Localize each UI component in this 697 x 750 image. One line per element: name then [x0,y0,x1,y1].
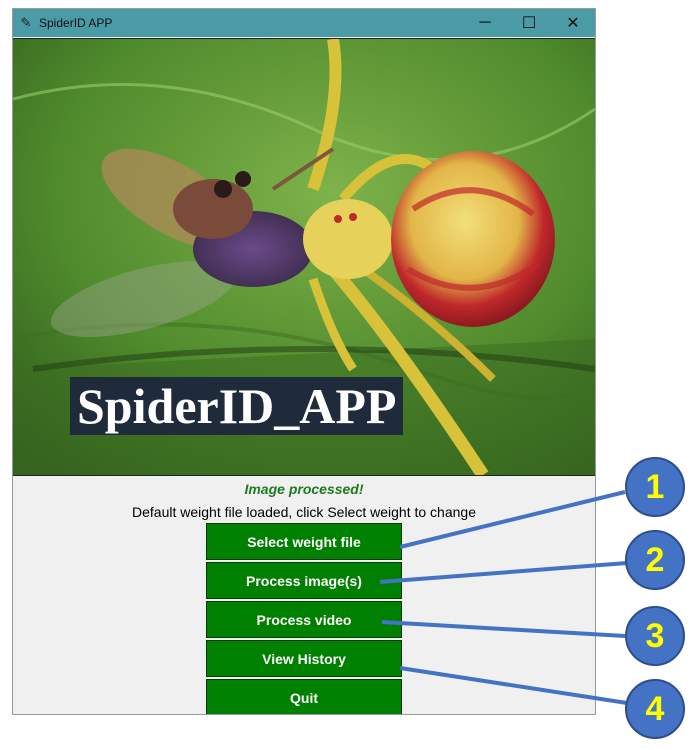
annotation-line-4 [399,666,628,705]
annotation-badge-1: 1 [625,457,685,517]
annotation-arrows [379,490,628,705]
annotation-badge-3: 3 [625,606,685,666]
annotation-line-1 [399,490,626,549]
annotation-line-2 [379,561,628,584]
annotation-line-3 [381,620,626,638]
annotation-badge-2: 2 [625,530,685,590]
annotation-badge-4: 4 [625,679,685,739]
